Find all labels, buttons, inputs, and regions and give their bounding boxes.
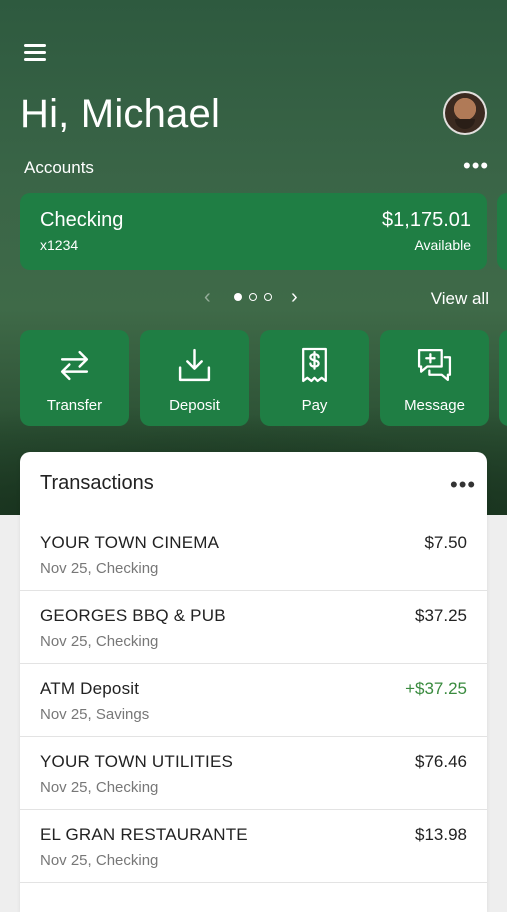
account-number: x1234 [40, 237, 79, 253]
message-button[interactable]: Message [380, 330, 489, 426]
transfer-button[interactable]: Transfer [20, 330, 129, 426]
deposit-button[interactable]: Deposit [140, 330, 249, 426]
transfer-label: Transfer [46, 397, 103, 414]
transaction-detail: Nov 25, Checking [40, 852, 159, 869]
transaction-row[interactable]: ATM Deposit Nov 25, Savings +$37.25 [20, 663, 487, 737]
pay-button[interactable]: Pay [260, 330, 369, 426]
transaction-detail: Nov 25, Checking [40, 560, 159, 577]
deposit-icon [178, 348, 211, 382]
transaction-amount: $7.50 [424, 533, 467, 552]
account-balance: $1,175.01 [382, 209, 471, 231]
transfer-icon [60, 350, 89, 381]
transactions-title: Transactions [40, 472, 154, 494]
transaction-merchant: ATM Deposit [40, 679, 140, 698]
pay-label: Pay [301, 397, 328, 414]
message-icon [417, 348, 452, 382]
pager-dot-active[interactable] [234, 293, 242, 301]
account-pager: ‹ › [200, 287, 310, 307]
chevron-left-icon[interactable]: ‹ [204, 287, 211, 307]
transactions-more-icon[interactable]: ••• [450, 474, 476, 496]
pager-dot[interactable] [249, 293, 257, 301]
transaction-merchant: EL GRAN RESTAURANTE [40, 825, 248, 844]
pager-dot[interactable] [264, 293, 272, 301]
transaction-row[interactable]: GEORGES BBQ & PUB Nov 25, Checking $37.2… [20, 590, 487, 664]
chevron-right-icon[interactable]: › [291, 287, 298, 307]
view-all-link[interactable]: View all [431, 289, 489, 309]
transaction-row[interactable]: YOUR TOWN CINEMA Nov 25, Checking $7.50 [20, 517, 487, 591]
accounts-label: Accounts [24, 158, 94, 177]
transaction-amount: $13.98 [415, 825, 467, 844]
transaction-detail: Nov 25, Checking [40, 779, 159, 796]
transaction-amount-credit: +$37.25 [405, 679, 467, 698]
avatar[interactable] [443, 91, 487, 135]
transaction-merchant: YOUR TOWN UTILITIES [40, 752, 234, 771]
next-account-card[interactable] [497, 193, 507, 270]
transaction-amount: $76.46 [415, 752, 467, 771]
accounts-more-icon[interactable]: ••• [463, 155, 489, 177]
transaction-merchant: GEORGES BBQ & PUB [40, 606, 226, 625]
balance-label: Available [414, 237, 471, 253]
next-action-button[interactable] [499, 330, 507, 426]
transaction-amount: $37.25 [415, 606, 467, 625]
message-label: Message [404, 397, 465, 414]
pay-bill-icon [302, 347, 327, 383]
transactions-panel: Transactions ••• YOUR TOWN CINEMA Nov 25… [20, 452, 487, 912]
account-card-checking[interactable]: Checking x1234 $1,175.01 Available [20, 193, 487, 270]
greeting-title: Hi, Michael [20, 92, 221, 136]
account-name: Checking [40, 209, 124, 231]
transaction-merchant: YOUR TOWN CINEMA [40, 533, 220, 552]
transaction-detail: Nov 25, Checking [40, 633, 159, 650]
hamburger-menu-icon[interactable] [24, 44, 46, 64]
deposit-label: Deposit [169, 397, 220, 414]
transaction-row[interactable]: EL GRAN RESTAURANTE Nov 25, Checking $13… [20, 809, 487, 883]
transaction-detail: Nov 25, Savings [40, 706, 150, 723]
transaction-row[interactable]: YOUR TOWN UTILITIES Nov 25, Checking $76… [20, 736, 487, 810]
